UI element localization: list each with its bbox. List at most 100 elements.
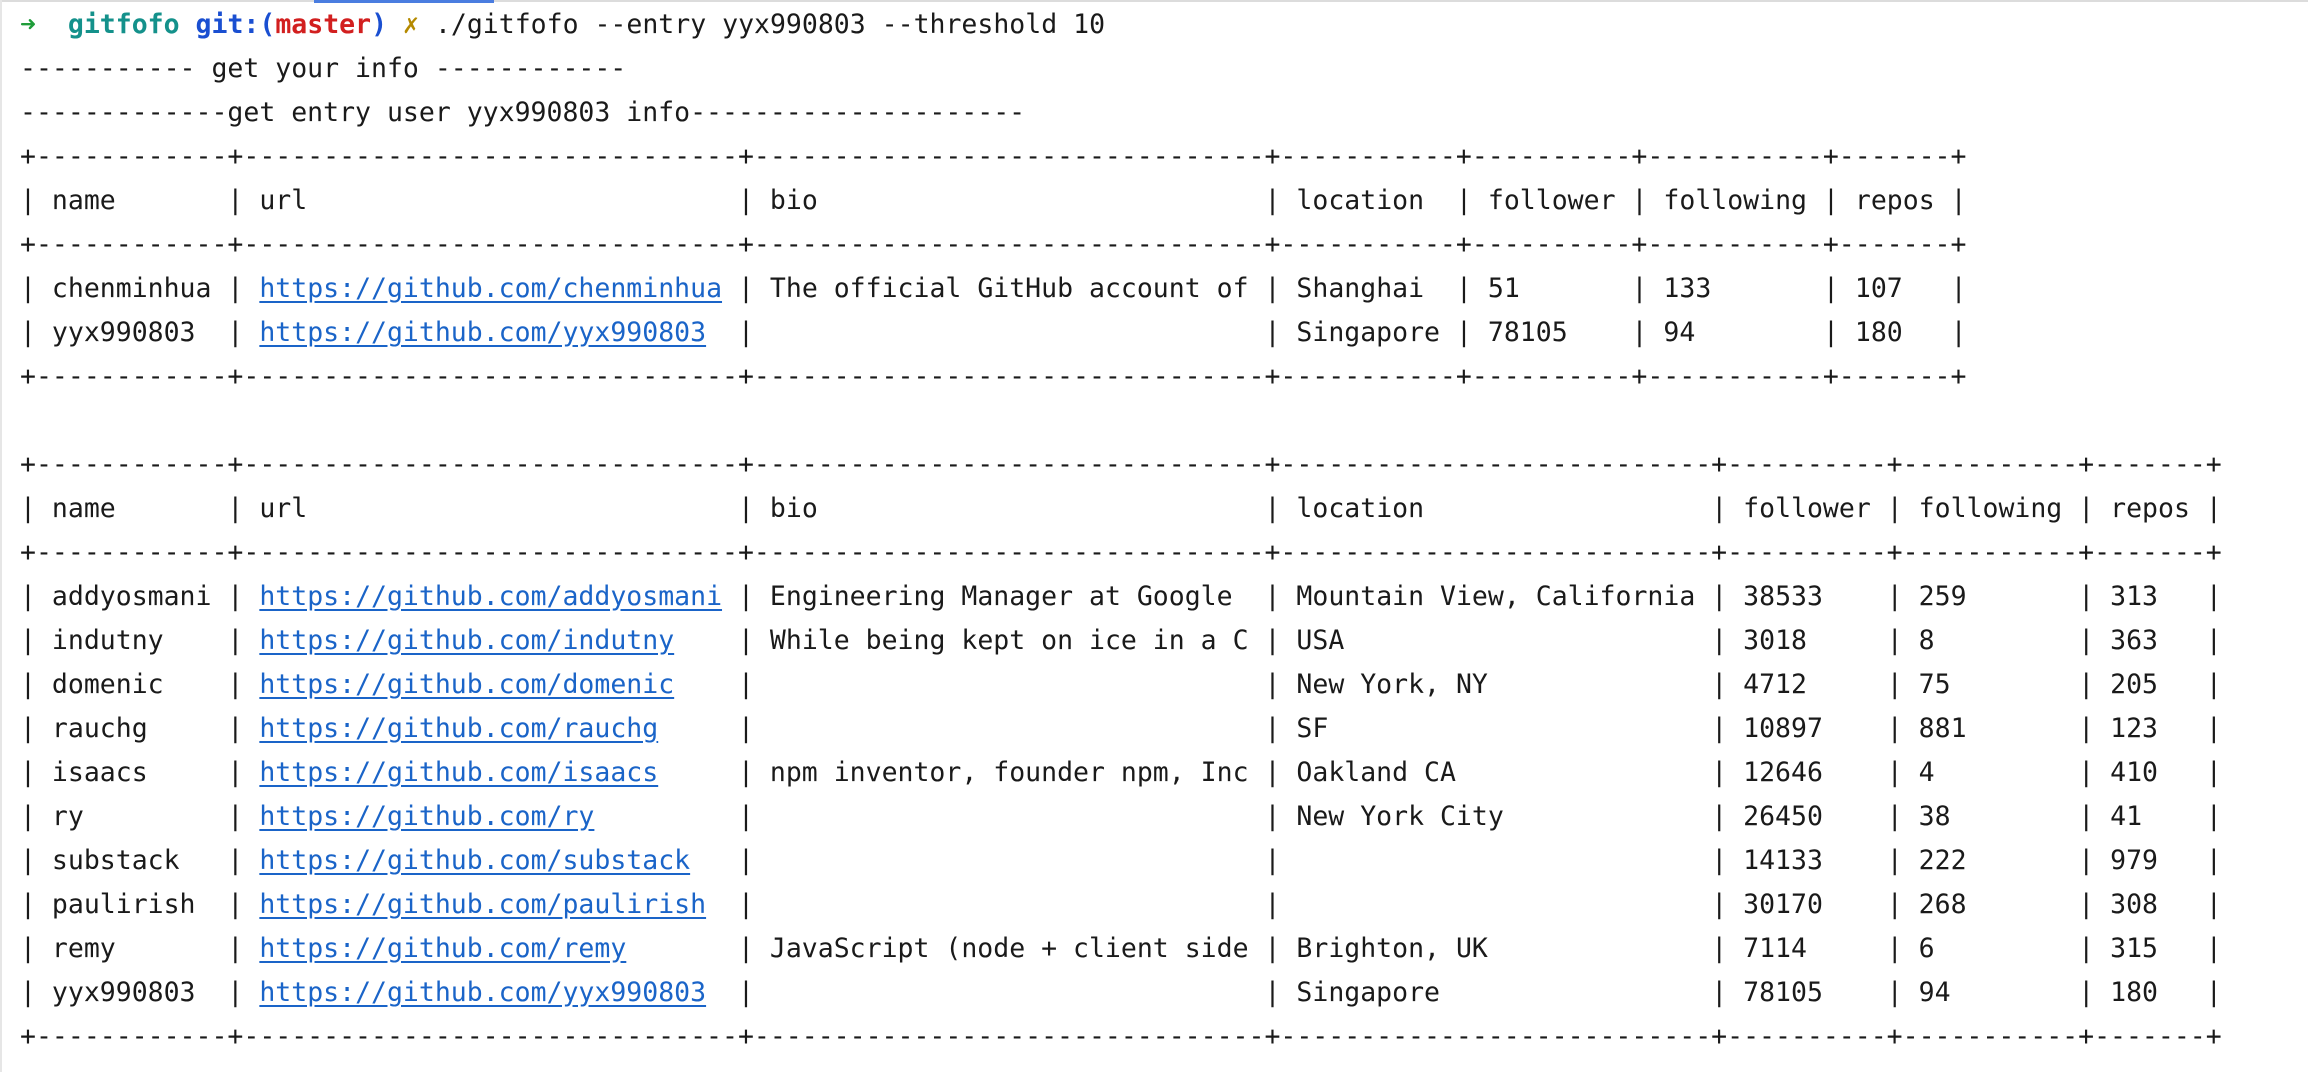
header-repos: repos: [2110, 493, 2190, 524]
cell-bio: The official GitHub account of: [769, 273, 1249, 304]
header-bio: bio: [769, 493, 818, 524]
table-border: +------------+--------------------------…: [20, 361, 1967, 392]
cell-url[interactable]: https://github.com/indutny: [259, 625, 674, 656]
command-text: ./gitfofo --entry yyx990803 --threshold …: [434, 9, 1106, 40]
cell-location: USA: [1296, 625, 1345, 656]
entry-user-table: +------------+--------------------------…: [20, 135, 2308, 399]
header-name: name: [51, 493, 116, 524]
header-location: location: [1296, 493, 1425, 524]
cell-name: indutny: [51, 625, 164, 656]
cell-location: Oakland CA: [1296, 757, 1456, 788]
cell-url[interactable]: https://github.com/yyx990803: [259, 977, 706, 1008]
cell-url[interactable]: https://github.com/rauchg: [259, 713, 658, 744]
cell-name: yyx990803: [51, 977, 196, 1008]
cell-url[interactable]: https://github.com/substack: [259, 845, 690, 876]
table-row: | remy | https://github.com/remy | JavaS…: [20, 933, 2222, 964]
header-url: url: [259, 493, 308, 524]
cell-url[interactable]: https://github.com/addyosmani: [259, 581, 722, 612]
cell-url[interactable]: https://github.com/paulirish: [259, 889, 706, 920]
cell-repos: 315: [2110, 933, 2158, 964]
prompt-directory: gitfofo: [67, 9, 180, 40]
header-location: location: [1296, 185, 1425, 216]
cell-url[interactable]: https://github.com/domenic: [259, 669, 674, 700]
cell-repos: 180: [1854, 317, 1903, 348]
table-row: | yyx990803 | https://github.com/yyx9908…: [20, 977, 2222, 1008]
dirty-mark-icon: ✗: [403, 9, 419, 40]
cell-location: Singapore: [1296, 317, 1440, 348]
cell-url[interactable]: https://github.com/yyx990803: [259, 317, 706, 348]
cell-following: 881: [1918, 713, 1967, 744]
entry-user-header: -------------get entry user yyx990803 in…: [20, 97, 1026, 128]
cell-repos: 41: [2110, 801, 2143, 832]
cell-follower: 26450: [1743, 801, 1823, 832]
cell-name: yyx990803: [51, 317, 196, 348]
prompt-arrow-icon: ➜: [20, 9, 36, 40]
header-url: url: [259, 185, 308, 216]
cell-following: 8: [1918, 625, 1935, 656]
table-border: +------------+--------------------------…: [20, 141, 1967, 172]
cell-bio: JavaScript (node + client side: [769, 933, 1249, 964]
table-row: | domenic | https://github.com/domenic |…: [20, 669, 2222, 700]
cell-location: SF: [1296, 713, 1329, 744]
table-row: | rauchg | https://github.com/rauchg | |…: [20, 713, 2222, 744]
cell-repos: 308: [2110, 889, 2158, 920]
cell-following: 268: [1918, 889, 1967, 920]
cell-bio: While being kept on ice in a C: [769, 625, 1249, 656]
cell-name: addyosmani: [51, 581, 212, 612]
table-row: | isaacs | https://github.com/isaacs | n…: [20, 757, 2222, 788]
table-header-row: | name | url | bio | location | follower…: [20, 185, 1967, 216]
table-border: +------------+--------------------------…: [20, 229, 1967, 260]
followed-users-table: +------------+--------------------------…: [20, 443, 2308, 1059]
cell-location: Mountain View, California: [1296, 581, 1696, 612]
table-row: | yyx990803 | https://github.com/yyx9908…: [20, 317, 1967, 348]
prompt-line: ➜ gitfofo git:(master) ✗ ./gitfofo --ent…: [20, 3, 2308, 47]
cell-following: 75: [1918, 669, 1951, 700]
cell-location: New York City: [1296, 801, 1504, 832]
cell-name: ry: [51, 801, 84, 832]
cell-url[interactable]: https://github.com/remy: [259, 933, 626, 964]
cell-url[interactable]: https://github.com/chenminhua: [259, 273, 722, 304]
cell-repos: 205: [2110, 669, 2158, 700]
cell-following: 133: [1663, 273, 1712, 304]
cell-follower: 78105: [1487, 317, 1568, 348]
cell-url[interactable]: https://github.com/isaacs: [259, 757, 658, 788]
table-border: +------------+--------------------------…: [20, 1021, 2222, 1052]
cell-bio: npm inventor, founder npm, Inc: [769, 757, 1249, 788]
cell-name: domenic: [51, 669, 164, 700]
cell-url[interactable]: https://github.com/ry: [259, 801, 594, 832]
cell-following: 94: [1918, 977, 1951, 1008]
cell-follower: 3018: [1743, 625, 1807, 656]
cell-follower: 30170: [1743, 889, 1823, 920]
cell-following: 222: [1918, 845, 1967, 876]
cell-location: Shanghai: [1296, 273, 1425, 304]
cell-location: New York, NY: [1296, 669, 1488, 700]
cell-following: 259: [1918, 581, 1967, 612]
cell-name: rauchg: [51, 713, 148, 744]
header-following: following: [1918, 493, 2063, 524]
table-row: | paulirish | https://github.com/pauliri…: [20, 889, 2222, 920]
cell-following: 6: [1918, 933, 1935, 964]
prompt-git-label: git:(: [195, 9, 276, 40]
cell-name: isaacs: [51, 757, 148, 788]
header-following: following: [1663, 185, 1807, 216]
terminal-output[interactable]: ➜ gitfofo git:(master) ✗ ./gitfofo --ent…: [20, 3, 2308, 1059]
cell-follower: 14133: [1743, 845, 1823, 876]
header-repos: repos: [1854, 185, 1935, 216]
table-row: | indutny | https://github.com/indutny |…: [20, 625, 2222, 656]
cell-following: 94: [1663, 317, 1696, 348]
table-header-row: | name | url | bio | location | follower…: [20, 493, 2222, 524]
cell-location: Brighton, UK: [1296, 933, 1488, 964]
cell-repos: 410: [2110, 757, 2158, 788]
prompt-branch: master: [275, 9, 372, 40]
cell-repos: 180: [2110, 977, 2158, 1008]
cell-follower: 51: [1487, 273, 1520, 304]
cell-name: remy: [51, 933, 116, 964]
cell-name: paulirish: [51, 889, 196, 920]
cell-repos: 979: [2110, 845, 2158, 876]
header-follower: follower: [1743, 493, 1871, 524]
cell-follower: 38533: [1743, 581, 1823, 612]
table-border: +------------+--------------------------…: [20, 449, 2222, 480]
table-border: +------------+--------------------------…: [20, 537, 2222, 568]
cell-following: 4: [1918, 757, 1935, 788]
